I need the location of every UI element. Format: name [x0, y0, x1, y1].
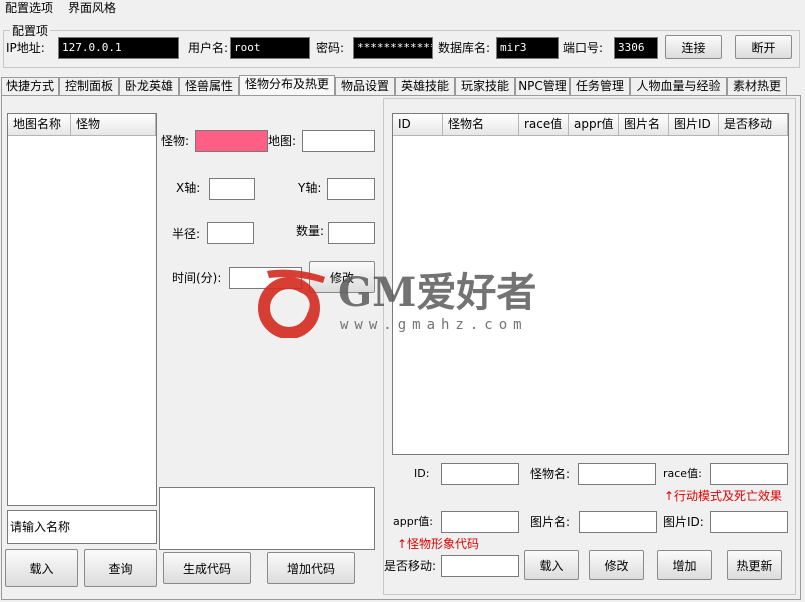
map-input[interactable]: [302, 130, 375, 152]
watermark-url: www.gmahz.com: [340, 317, 528, 333]
menu-config-options[interactable]: 配置选项: [5, 1, 53, 15]
username-input[interactable]: root: [230, 37, 310, 59]
monster-name-label: 怪物名:: [530, 467, 571, 481]
password-label: 密码:: [316, 41, 345, 55]
database-input[interactable]: mir3: [496, 37, 559, 59]
appr-hint: ↑怪物形象代码: [397, 537, 480, 551]
tab-quest-management[interactable]: 任务管理: [570, 77, 630, 95]
radius-input[interactable]: [207, 222, 254, 244]
column-header-id[interactable]: ID: [393, 114, 443, 136]
password-input[interactable]: **************: [353, 37, 433, 59]
x-axis-label: X轴:: [176, 181, 201, 195]
column-header-monster[interactable]: 怪物: [71, 114, 156, 136]
port-input[interactable]: 3306: [614, 37, 658, 59]
tab-monster-distribution[interactable]: 怪物分布及热更: [239, 75, 335, 96]
menu-ui-style[interactable]: 界面风格: [68, 1, 116, 15]
ip-label: IP地址:: [6, 41, 45, 55]
column-header-monster-name[interactable]: 怪物名: [443, 114, 519, 136]
username-label: 用户名:: [188, 41, 229, 55]
ip-input[interactable]: 127.0.0.1: [58, 37, 179, 59]
name-search-input[interactable]: 请输入名称: [7, 510, 157, 544]
right-load-button[interactable]: 载入: [524, 550, 579, 580]
image-name-label: 图片名:: [530, 515, 571, 529]
watermark-brand: GM爱好者: [338, 269, 537, 316]
image-id-input[interactable]: [710, 511, 788, 533]
column-header-movable[interactable]: 是否移动: [719, 114, 788, 136]
tab-asset-hot-update[interactable]: 素材热更: [727, 77, 787, 95]
race-input[interactable]: [710, 463, 788, 485]
count-input[interactable]: [328, 222, 375, 244]
count-label: 数量:: [296, 224, 325, 238]
x-axis-input[interactable]: [209, 178, 255, 200]
column-header-image-name[interactable]: 图片名: [619, 114, 669, 136]
radius-label: 半径:: [172, 227, 201, 241]
tab-wolong-hero[interactable]: 卧龙英雄: [119, 77, 179, 95]
race-hint: ↑行动模式及死亡效果: [664, 489, 783, 503]
right-modify-button[interactable]: 修改: [589, 550, 644, 580]
tab-control-panel[interactable]: 控制面板: [59, 77, 119, 95]
id-input[interactable]: [441, 463, 519, 485]
image-name-input[interactable]: [579, 511, 657, 533]
monster-name-input[interactable]: [578, 463, 656, 485]
hot-update-button[interactable]: 热更新: [727, 550, 782, 580]
query-button[interactable]: 查询: [84, 549, 157, 587]
connect-button[interactable]: 连接: [665, 35, 722, 59]
image-id-label: 图片ID:: [663, 515, 704, 529]
column-header-appr[interactable]: appr值: [569, 114, 619, 136]
appr-input[interactable]: [441, 511, 519, 533]
monster-input[interactable]: [195, 130, 268, 152]
y-axis-input[interactable]: [327, 178, 375, 200]
movable-label: 是否移动:: [384, 559, 437, 573]
config-group-title: 配置项: [10, 24, 51, 38]
left-load-button[interactable]: 载入: [5, 549, 78, 587]
watermark-logo-icon: [258, 269, 325, 339]
tab-hero-skills[interactable]: 英雄技能: [395, 77, 455, 95]
monster-label: 怪物:: [161, 134, 190, 148]
database-label: 数据库名:: [438, 41, 491, 55]
tab-shortcuts[interactable]: 快捷方式: [1, 77, 59, 95]
id-label: ID:: [414, 467, 430, 480]
tab-monster-attributes[interactable]: 怪兽属性: [179, 77, 239, 95]
add-button[interactable]: 增加: [657, 550, 712, 580]
appr-label: appr值:: [393, 515, 433, 528]
column-header-image-id[interactable]: 图片ID: [669, 114, 719, 136]
tab-npc-management[interactable]: NPC管理: [515, 77, 570, 95]
generate-code-button[interactable]: 生成代码: [163, 552, 251, 584]
time-label: 时间(分):: [172, 271, 222, 285]
movable-input[interactable]: [441, 555, 519, 577]
tab-player-skills[interactable]: 玩家技能: [455, 77, 515, 95]
watermark-logo: [253, 268, 333, 339]
disconnect-button[interactable]: 断开: [735, 35, 792, 59]
race-label: race值:: [663, 467, 702, 480]
tab-hp-and-exp[interactable]: 人物血量与经验: [630, 77, 727, 95]
code-output-textarea[interactable]: [159, 487, 375, 550]
column-header-race[interactable]: race值: [519, 114, 569, 136]
tab-item-settings[interactable]: 物品设置: [335, 77, 395, 95]
column-header-map-name[interactable]: 地图名称: [8, 114, 71, 136]
add-code-button[interactable]: 增加代码: [267, 552, 355, 584]
port-label: 端口号:: [563, 41, 604, 55]
map-monster-list[interactable]: 地图名称 怪物: [7, 113, 157, 506]
map-label: 地图:: [268, 134, 297, 148]
y-axis-label: Y轴:: [298, 181, 322, 195]
